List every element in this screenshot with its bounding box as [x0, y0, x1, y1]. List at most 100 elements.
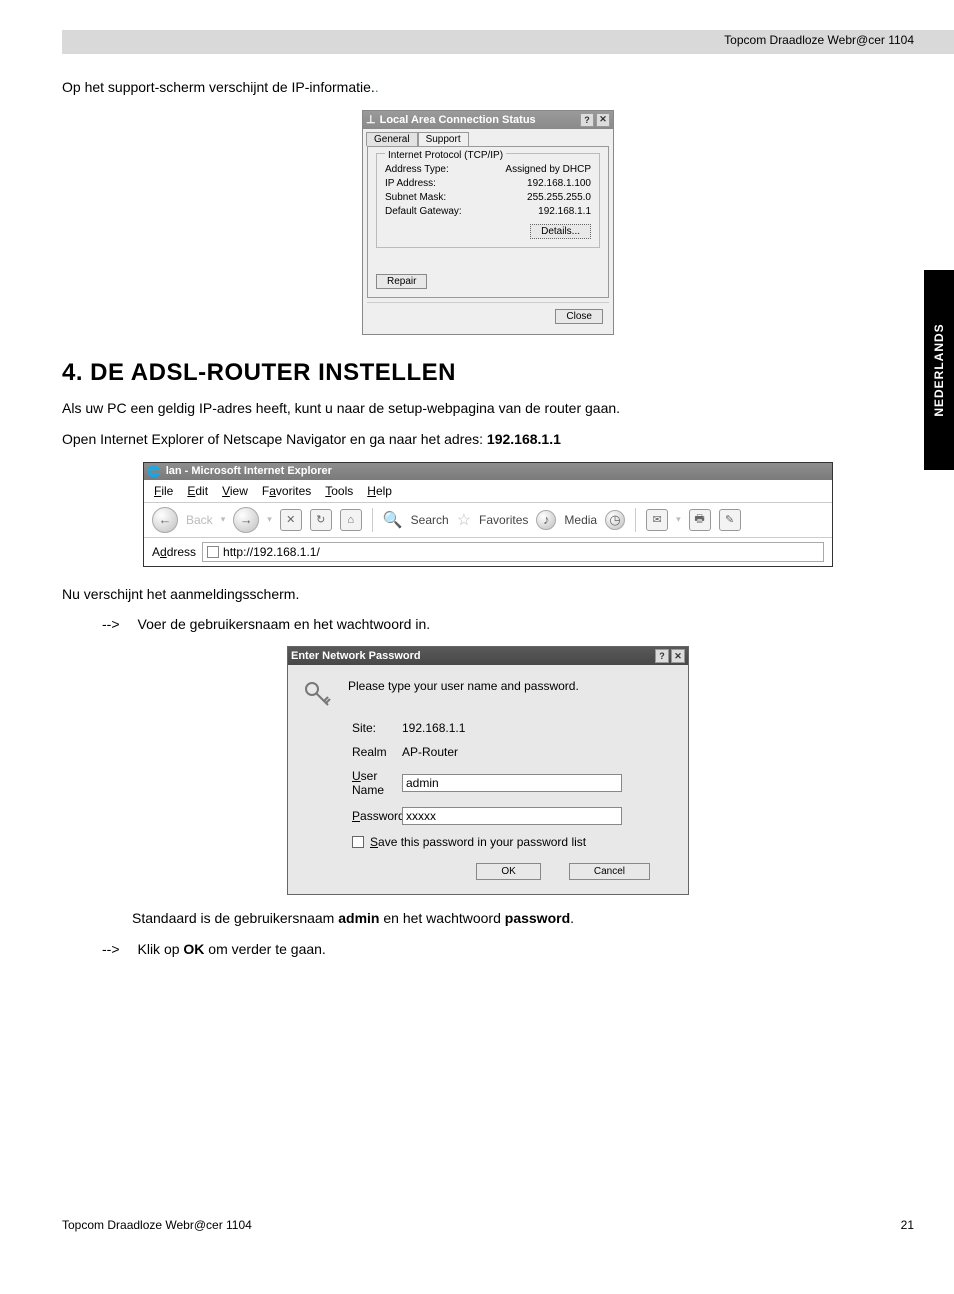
- site-label: Site:: [302, 721, 402, 735]
- pwd-body: Please type your user name and password.…: [288, 665, 688, 894]
- ok-button[interactable]: OK: [476, 863, 540, 880]
- repair-row: Repair: [376, 274, 600, 289]
- pwd-site-row: Site: 192.168.1.1: [302, 721, 674, 735]
- back-icon[interactable]: ←: [152, 507, 178, 533]
- address-url: http://192.168.1.1/: [223, 545, 320, 559]
- home-icon[interactable]: ⌂: [340, 509, 362, 531]
- pwd-buttons: OK Cancel: [302, 863, 674, 880]
- address-label: Address: [152, 545, 196, 559]
- close-button[interactable]: Close: [555, 309, 603, 324]
- pwd-user-row: User Name: [302, 769, 674, 797]
- fieldset-legend: Internet Protocol (TCP/IP): [385, 150, 506, 161]
- kv-val: 192.168.1.1: [538, 206, 591, 217]
- back-label: Back: [186, 513, 213, 527]
- tab-general[interactable]: General: [366, 132, 418, 146]
- header-product: Topcom Draadloze Webr@cer 1104: [724, 33, 914, 47]
- kv-row: IP Address: 192.168.1.100: [385, 178, 591, 189]
- media-label: Media: [564, 513, 597, 527]
- pwd-title: Enter Network Password: [291, 650, 421, 662]
- save-password-checkbox[interactable]: [352, 836, 364, 848]
- dialog-tabs: General Support: [366, 132, 610, 146]
- close-icon[interactable]: ✕: [596, 113, 610, 127]
- password-input[interactable]: [402, 807, 622, 825]
- arrow-icon: -->: [102, 941, 120, 957]
- stop-icon[interactable]: ✕: [280, 509, 302, 531]
- kv-key: Default Gateway:: [385, 206, 462, 217]
- ie-title: lan - Microsoft Internet Explorer: [166, 465, 332, 477]
- step-item: --> Voer de gebruikersnaam en het wachtw…: [102, 616, 914, 632]
- section-p1: Als uw PC een geldig IP-adres heeft, kun…: [62, 399, 914, 419]
- step-text: Voer de gebruikersnaam en het wachtwoord…: [138, 616, 431, 632]
- connection-status-dialog: ⊥ Local Area Connection Status ? ✕ Gener…: [362, 110, 614, 335]
- creds-e: .: [570, 910, 574, 926]
- dialog-titlebar: ⊥ Local Area Connection Status ? ✕: [363, 111, 613, 129]
- print-icon[interactable]: 🖶: [689, 509, 711, 531]
- footer-product: Topcom Draadloze Webr@cer 1104: [62, 1218, 252, 1232]
- kv-val: 192.168.1.100: [527, 178, 591, 189]
- header-band: Topcom Draadloze Webr@cer 1104: [62, 30, 954, 54]
- ie-logo-icon: 🌐: [147, 465, 161, 478]
- kv-key: Subnet Mask:: [385, 192, 446, 203]
- mail-icon[interactable]: ✉: [646, 509, 668, 531]
- forward-icon[interactable]: →: [233, 507, 259, 533]
- pwd-prompt: Please type your user name and password.: [348, 679, 579, 693]
- toolbar-separator: [635, 508, 636, 532]
- intro-text: Op het support-scherm verschijnt de IP-i…: [62, 79, 375, 95]
- page-icon: [207, 546, 219, 558]
- ie-window: 🌐 lan - Microsoft Internet Explorer File…: [143, 462, 833, 567]
- save-password-row: Save this password in your password list: [352, 835, 674, 849]
- search-icon[interactable]: 🔍: [383, 510, 403, 530]
- username-input[interactable]: [402, 774, 622, 792]
- password-label: Password: [302, 809, 402, 823]
- arrow-icon: -->: [102, 616, 120, 632]
- menu-favorites[interactable]: Favorites: [262, 484, 311, 498]
- history-icon[interactable]: ◷: [605, 510, 625, 530]
- menu-file[interactable]: File: [154, 484, 173, 498]
- realm-value: AP-Router: [402, 745, 458, 759]
- intro-para: Op het support-scherm verschijnt de IP-i…: [62, 78, 914, 98]
- section-p2a: Open Internet Explorer of Netscape Navig…: [62, 431, 487, 447]
- s2a: Klik op: [138, 941, 184, 957]
- menu-help[interactable]: Help: [367, 484, 392, 498]
- media-icon[interactable]: ♪: [536, 510, 556, 530]
- save-password-label: Save this password in your password list: [370, 835, 586, 849]
- ie-addressbar: Address http://192.168.1.1/: [144, 538, 832, 566]
- ie-toolbar: ← Back ▾ → ▾ ✕ ↻ ⌂ 🔍 Search ☆ Favorites …: [144, 503, 832, 538]
- tab-support[interactable]: Support: [418, 132, 469, 146]
- close-icon[interactable]: ✕: [671, 649, 685, 663]
- details-button[interactable]: Details...: [530, 224, 591, 239]
- language-tab: NEDERLANDS: [924, 270, 954, 470]
- ie-menubar: File Edit View Favorites Tools Help: [144, 480, 832, 503]
- router-ip: 192.168.1.1: [487, 431, 561, 447]
- pwd-intro: Please type your user name and password.: [302, 679, 674, 709]
- repair-button[interactable]: Repair: [376, 274, 427, 289]
- site-value: 192.168.1.1: [402, 721, 465, 735]
- realm-label: Realm: [302, 745, 402, 759]
- favorites-icon[interactable]: ☆: [457, 510, 471, 530]
- intro-dots: .: [375, 79, 379, 95]
- kv-key: IP Address:: [385, 178, 436, 189]
- login-intro: Nu verschijnt het aanmeldingsscherm.: [62, 585, 914, 605]
- creds-user: admin: [338, 910, 379, 926]
- creds-c: en het wachtwoord: [379, 910, 504, 926]
- dialog-title: Local Area Connection Status: [380, 114, 536, 126]
- help-icon[interactable]: ?: [580, 113, 594, 127]
- menu-view[interactable]: View: [222, 484, 248, 498]
- cancel-button[interactable]: Cancel: [569, 863, 650, 880]
- section-heading: 4. DE ADSL-ROUTER INSTELLEN: [62, 359, 914, 387]
- kv-key: Address Type:: [385, 164, 449, 175]
- refresh-icon[interactable]: ↻: [310, 509, 332, 531]
- creds-pass: password: [505, 910, 570, 926]
- menu-tools[interactable]: Tools: [325, 484, 353, 498]
- kv-row: Subnet Mask:255.255.255.0: [385, 192, 591, 203]
- address-field[interactable]: http://192.168.1.1/: [202, 542, 824, 562]
- toolbar-separator: [372, 508, 373, 532]
- kv-row: Default Gateway: 192.168.1.1: [385, 206, 591, 217]
- edit-icon[interactable]: ✎: [719, 509, 741, 531]
- help-icon[interactable]: ?: [655, 649, 669, 663]
- tcpip-fieldset: Internet Protocol (TCP/IP) Address Type:…: [376, 153, 600, 248]
- menu-edit[interactable]: Edit: [187, 484, 208, 498]
- network-icon: ⊥: [366, 113, 376, 126]
- page-content: Op het support-scherm verschijnt de IP-i…: [62, 78, 914, 965]
- section-p2: Open Internet Explorer of Netscape Navig…: [62, 430, 914, 450]
